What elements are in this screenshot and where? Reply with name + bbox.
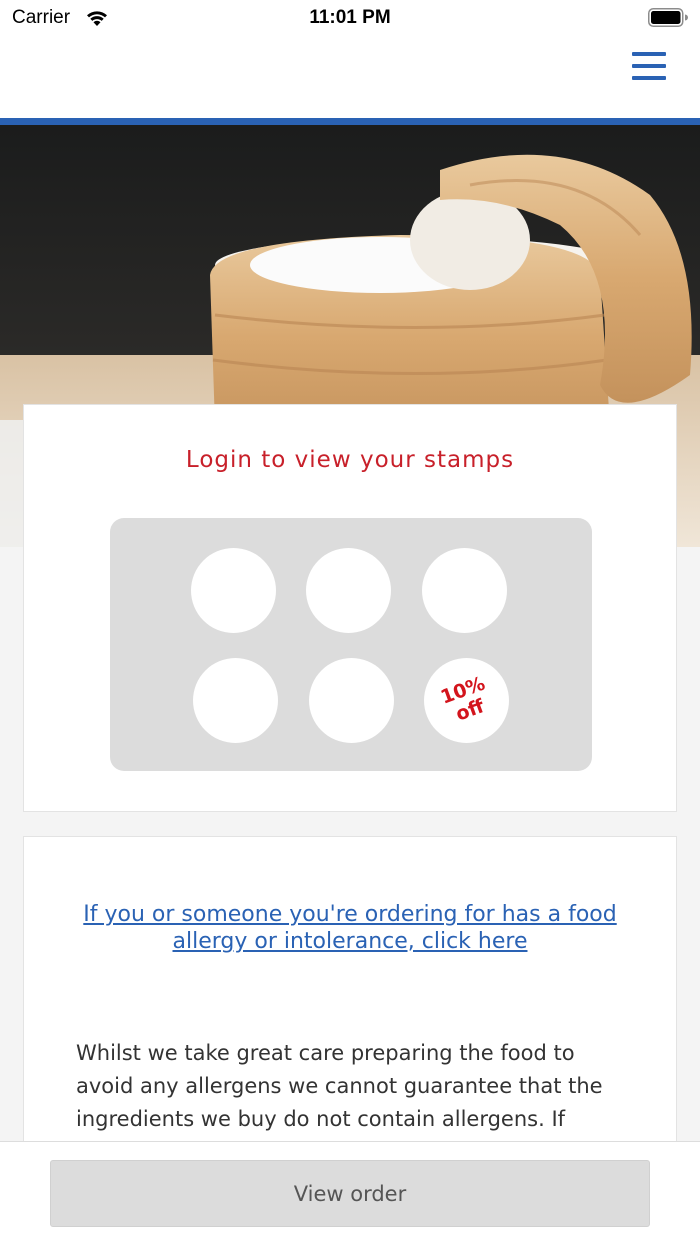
hamburger-menu-icon[interactable] — [632, 52, 666, 86]
status-bar: Carrier 11:01 PM — [0, 0, 700, 36]
clock: 11:01 PM — [309, 7, 391, 28]
allergy-info-link[interactable]: If you or someone you're ordering for ha… — [54, 901, 646, 955]
view-order-button[interactable]: View order — [50, 1160, 650, 1227]
bottom-bar: View order — [0, 1141, 700, 1244]
login-stamps-prompt[interactable]: Login to view your stamps — [24, 447, 676, 473]
allergy-disclaimer: Whilst we take great care preparing the … — [76, 1041, 603, 1131]
stamp-slot — [191, 548, 276, 633]
stamp-slot — [306, 548, 391, 633]
stamp-slot — [309, 658, 394, 743]
reward-stamp-slot: 10% off — [424, 658, 509, 743]
header-accent-rule — [0, 118, 700, 125]
battery-icon — [648, 8, 688, 27]
app-header — [0, 36, 700, 118]
reward-label: 10% off — [412, 646, 521, 755]
stamp-slot — [422, 548, 507, 633]
stamp-card: Login to view your stamps 10% off — [23, 404, 677, 812]
stamp-board: 10% off — [110, 518, 592, 771]
stamp-slot — [193, 658, 278, 743]
allergy-card: If you or someone you're ordering for ha… — [23, 836, 677, 1166]
